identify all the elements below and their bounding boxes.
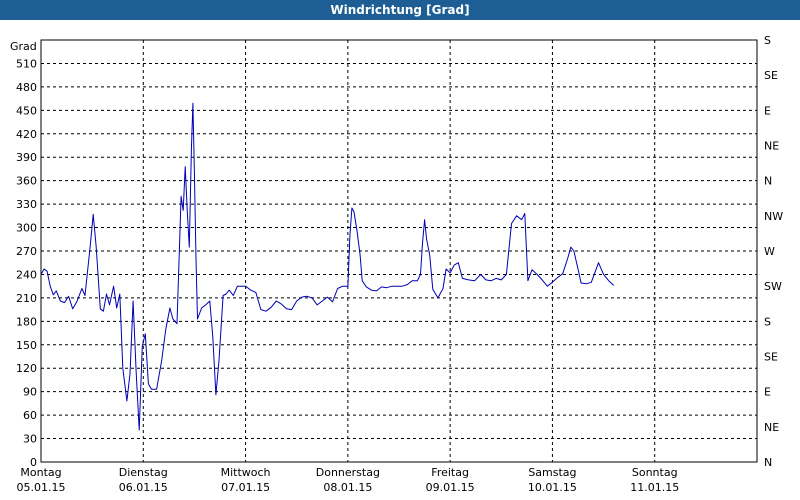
right-axis-label: S [764, 315, 771, 328]
y-tick-label: 420 [16, 128, 37, 141]
right-axis-label: N [764, 456, 772, 469]
right-axis-label: SE [764, 351, 778, 364]
right-axis-label: E [764, 104, 771, 117]
x-tick-day: Sonntag [632, 466, 678, 479]
y-axis-label: Grad [10, 40, 37, 53]
y-tick-label: 270 [16, 245, 37, 258]
y-tick-label: 450 [16, 104, 37, 117]
right-axis-label: N [764, 175, 772, 188]
y-tick-label: 150 [16, 339, 37, 352]
x-tick-date: 05.01.15 [17, 481, 66, 494]
x-tick-date: 09.01.15 [426, 481, 475, 494]
x-tick-date: 11.01.15 [630, 481, 679, 494]
right-axis-label: NE [764, 421, 779, 434]
wind-direction-chart: Grad030609012015018021024027030033036039… [10, 34, 783, 494]
x-tick-day: Freitag [431, 466, 469, 479]
right-axis-label: E [764, 386, 771, 399]
y-tick-label: 30 [23, 433, 37, 446]
x-tick-day: Montag [20, 466, 61, 479]
right-axis-label: SW [764, 280, 782, 293]
y-tick-label: 300 [16, 222, 37, 235]
x-tick-date: 10.01.15 [528, 481, 577, 494]
y-tick-label: 90 [23, 386, 37, 399]
x-tick-day: Donnerstag [316, 466, 380, 479]
x-tick-date: 07.01.15 [221, 481, 270, 494]
x-tick-day: Samstag [528, 466, 576, 479]
y-tick-label: 360 [16, 175, 37, 188]
x-tick-date: 06.01.15 [119, 481, 168, 494]
y-tick-label: 240 [16, 268, 37, 281]
right-axis-label: SE [764, 69, 778, 82]
y-tick-label: 390 [16, 151, 37, 164]
y-tick-label: 60 [23, 409, 37, 422]
x-tick-day: Dienstag [119, 466, 168, 479]
y-tick-label: 480 [16, 81, 37, 94]
y-tick-label: 330 [16, 198, 37, 211]
y-tick-label: 210 [16, 292, 37, 305]
y-tick-label: 510 [16, 57, 37, 70]
y-tick-label: 120 [16, 362, 37, 375]
x-tick-date: 08.01.15 [323, 481, 372, 494]
right-axis-label: NE [764, 140, 779, 153]
right-axis-label: NW [764, 210, 783, 223]
right-axis-label: S [764, 34, 771, 47]
y-tick-label: 180 [16, 315, 37, 328]
x-tick-day: Mittwoch [221, 466, 271, 479]
window-title: Windrichtung [Grad] [0, 0, 800, 20]
right-axis-label: W [764, 245, 775, 258]
